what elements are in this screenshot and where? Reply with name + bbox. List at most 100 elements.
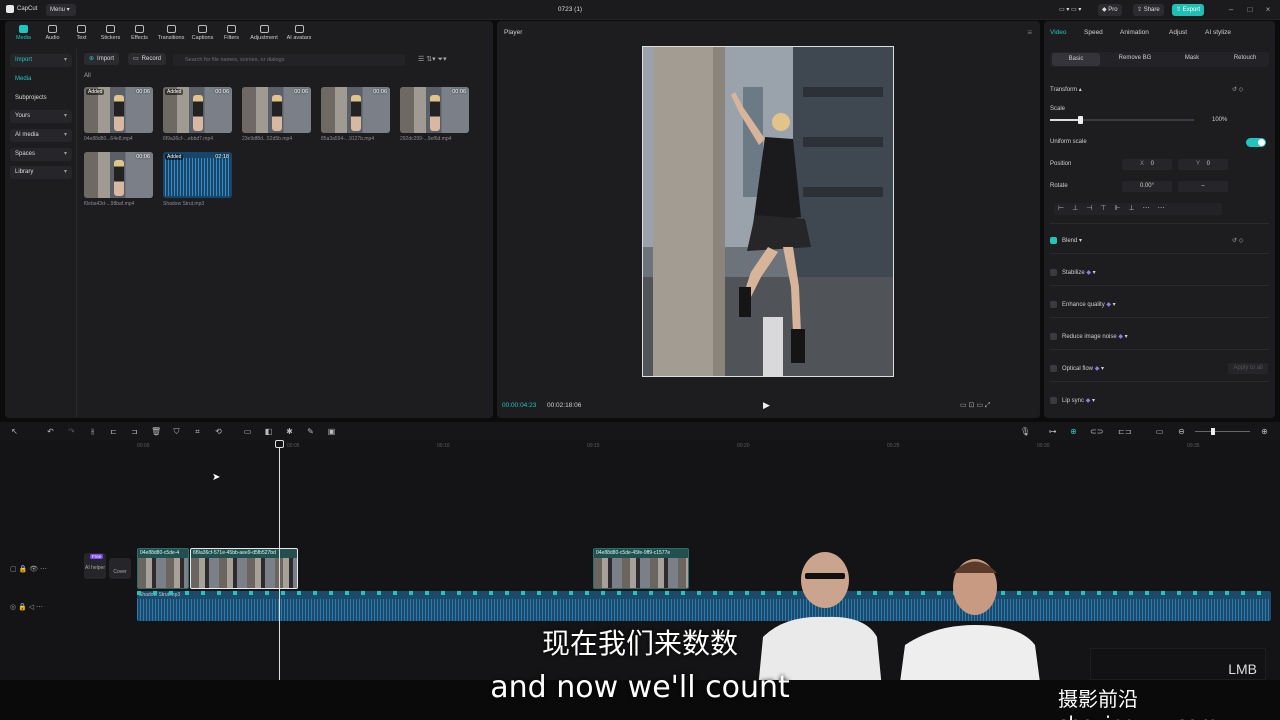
rotate-field[interactable]: 0.00° bbox=[1122, 181, 1172, 192]
tab-ai-stylize[interactable]: AI stylize bbox=[1205, 29, 1231, 36]
optical-flow-checkbox[interactable] bbox=[1050, 365, 1057, 372]
subtab-basic[interactable]: Basic bbox=[1052, 53, 1100, 66]
reduce-noise-row[interactable]: Reduce image noise ◆ ▾ bbox=[1062, 333, 1128, 340]
tab-video[interactable]: Video bbox=[1050, 29, 1067, 36]
crop-icon[interactable]: ⌗ bbox=[193, 427, 202, 436]
tab-effects[interactable]: Effects bbox=[125, 21, 154, 47]
zoom-slider[interactable] bbox=[1195, 428, 1250, 435]
scale-value[interactable]: 100% bbox=[1212, 117, 1227, 123]
player-controls-icons[interactable]: ▭ ⊡ ▭ ⤢ bbox=[960, 401, 991, 410]
caption-icon[interactable]: ▭ bbox=[1155, 427, 1164, 436]
video-clip-selected[interactable]: 6f9a36cf-571e-45bb-aee9-d5fb527bd bbox=[190, 548, 298, 589]
marker-icon[interactable]: ⛉ bbox=[172, 427, 181, 436]
sidebar-item-spaces[interactable]: Spaces ▾ bbox=[10, 148, 72, 161]
ai-helper-button[interactable]: Free AI helper bbox=[84, 553, 106, 579]
sidebar-item-media[interactable]: Media bbox=[10, 73, 72, 86]
subtab-remove-bg[interactable]: Remove BG bbox=[1110, 55, 1160, 61]
apply-to-all-button[interactable]: Apply to all bbox=[1228, 363, 1268, 374]
sidebar-item-ai-media[interactable]: AI media ▾ bbox=[10, 129, 72, 142]
blend-checkbox[interactable] bbox=[1050, 237, 1057, 244]
video-clip[interactable]: 04e88d80-c5de-4 bbox=[137, 548, 189, 589]
mirror-icon[interactable]: ⟲ bbox=[214, 427, 223, 436]
tab-text[interactable]: Text bbox=[67, 21, 96, 47]
stabilize-row[interactable]: Stabilize ◆ ▾ bbox=[1062, 269, 1096, 276]
link-icon[interactable]: ⊶ bbox=[1048, 427, 1057, 436]
sidebar-item-library[interactable]: Library ▾ bbox=[10, 166, 72, 179]
split-right-icon[interactable]: ⊐ bbox=[130, 427, 139, 436]
tab-ai-avatars[interactable]: AI avatars bbox=[282, 21, 316, 47]
select-tool-icon[interactable]: ↖ bbox=[10, 427, 19, 436]
align-buttons[interactable]: ⊢⊥⊣⊤⊩⊥⋯⋯ bbox=[1054, 203, 1222, 215]
share-button[interactable]: ⇪ Share bbox=[1133, 4, 1164, 16]
lip-sync-row[interactable]: Lip sync ◆ ▾ bbox=[1062, 397, 1095, 404]
tab-animation[interactable]: Animation bbox=[1120, 29, 1149, 36]
media-clip[interactable]: 00:06 bbox=[321, 87, 390, 133]
video-clip[interactable]: 04e88d80-c5de-45fe-9ff9-c1577e bbox=[593, 548, 689, 589]
transform-header[interactable]: Transform ▴ bbox=[1050, 86, 1082, 93]
audio-track-controls[interactable]: ◎ 🔒 ◁ ⋯ bbox=[10, 603, 43, 611]
search-input[interactable]: Search for file names, scenes, or dialog… bbox=[173, 54, 405, 66]
video-track-controls[interactable]: ▢ 🔒 👁 ⋯ bbox=[10, 565, 47, 573]
video-preview[interactable] bbox=[642, 46, 894, 377]
zoom-slider-handle[interactable] bbox=[1211, 428, 1215, 435]
playhead[interactable] bbox=[275, 440, 284, 680]
zoom-in-icon[interactable]: ⊕ bbox=[1260, 427, 1269, 436]
pro-button[interactable]: ◆ Pro bbox=[1098, 4, 1122, 16]
scale-slider-handle[interactable] bbox=[1078, 116, 1083, 124]
undo-icon[interactable]: ↶ bbox=[46, 427, 55, 436]
scale-slider[interactable] bbox=[1050, 116, 1194, 124]
media-clip[interactable]: Added 00:06 bbox=[84, 87, 153, 133]
import-button[interactable]: ⊕ Import bbox=[84, 53, 120, 65]
tab-filters[interactable]: Filters bbox=[217, 21, 246, 47]
playhead-handle[interactable] bbox=[275, 440, 284, 448]
close-icon[interactable]: × bbox=[1262, 4, 1274, 16]
rotate-flip-field[interactable]: – bbox=[1178, 181, 1228, 192]
media-clip[interactable]: 00:06 bbox=[242, 87, 311, 133]
position-y-field[interactable]: Y 0 bbox=[1178, 159, 1228, 170]
tab-captions[interactable]: Captions bbox=[188, 21, 217, 47]
view-toggle-icons[interactable]: ☰ ⇅▾ ⏷▾ bbox=[418, 55, 447, 64]
layout-icons[interactable]: ▭ ▾ ▭ ▾ bbox=[1055, 4, 1085, 16]
sidebar-item-import[interactable]: Import ▾ bbox=[10, 54, 72, 67]
subtab-retouch[interactable]: Retouch bbox=[1222, 55, 1268, 61]
ai-icon[interactable]: ✎ bbox=[306, 427, 315, 436]
zoom-out-icon[interactable]: ⊖ bbox=[1177, 427, 1186, 436]
reset-icon[interactable]: ↺ ◇ bbox=[1232, 86, 1243, 93]
filter-all[interactable]: All bbox=[84, 73, 91, 79]
uniform-scale-toggle[interactable] bbox=[1246, 138, 1266, 147]
audio-clip[interactable]: Shadow Strut.mp3 bbox=[137, 591, 1271, 621]
maximize-icon[interactable]: □ bbox=[1244, 4, 1256, 16]
media-clip[interactable]: Added 00:06 bbox=[163, 87, 232, 133]
tab-media[interactable]: Media bbox=[9, 21, 38, 47]
sidebar-item-yours[interactable]: Yours ▾ bbox=[10, 110, 72, 123]
split-left-icon[interactable]: ⊏ bbox=[109, 427, 118, 436]
reset-icon[interactable]: ↺ ◇ bbox=[1232, 237, 1243, 244]
reverse-icon[interactable]: ◧ bbox=[264, 427, 273, 436]
freeze-icon[interactable]: ▭ bbox=[243, 427, 252, 436]
cover-button[interactable]: Cover bbox=[109, 558, 131, 579]
tab-audio[interactable]: Audio bbox=[38, 21, 67, 47]
enhance-quality-checkbox[interactable] bbox=[1050, 301, 1057, 308]
record-button[interactable]: ▭ Record bbox=[128, 53, 167, 65]
tab-stickers[interactable]: Stickers bbox=[96, 21, 125, 47]
delete-icon[interactable]: 🗑 bbox=[151, 427, 161, 436]
position-x-field[interactable]: X 0 bbox=[1122, 159, 1172, 170]
auto-reframe-icon[interactable]: ✱ bbox=[285, 427, 294, 436]
sidebar-item-subprojects[interactable]: Subprojects bbox=[10, 92, 72, 105]
stabilize-checkbox[interactable] bbox=[1050, 269, 1057, 276]
subtab-mask[interactable]: Mask bbox=[1168, 55, 1216, 61]
microphone-icon[interactable]: 🎙 bbox=[1020, 427, 1030, 436]
tab-transitions[interactable]: Transitions bbox=[154, 21, 188, 47]
play-icon[interactable]: ▶ bbox=[763, 400, 770, 411]
menu-icon[interactable]: ≡ bbox=[1027, 28, 1032, 37]
menu-button[interactable]: Menu ▾ bbox=[46, 4, 76, 16]
enhance-quality-row[interactable]: Enhance quality ◆ ▾ bbox=[1062, 301, 1116, 308]
tab-adjust[interactable]: Adjust bbox=[1169, 29, 1187, 36]
media-clip[interactable]: 00:06 bbox=[84, 152, 153, 198]
media-clip[interactable]: 00:06 bbox=[400, 87, 469, 133]
tab-speed[interactable]: Speed bbox=[1084, 29, 1103, 36]
lip-sync-checkbox[interactable] bbox=[1050, 397, 1057, 404]
split-icon[interactable]: ⫲ bbox=[88, 427, 97, 436]
audio-clip[interactable]: Added 02:18 bbox=[163, 152, 232, 198]
optical-flow-row[interactable]: Optical flow ◆ ▾ bbox=[1062, 365, 1104, 372]
